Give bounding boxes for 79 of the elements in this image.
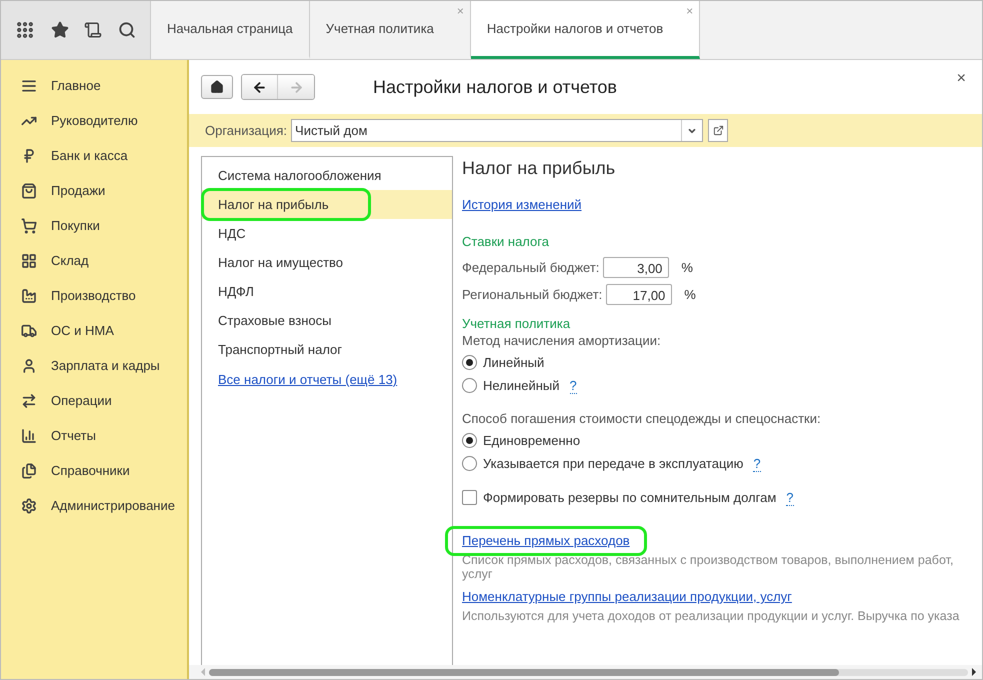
group-heading: Ставки налога bbox=[462, 234, 550, 249]
star-icon[interactable] bbox=[50, 21, 69, 39]
history-link[interactable]: История изменений bbox=[462, 197, 582, 212]
tab[interactable]: Настройки налогов и отчетов × bbox=[470, 1, 700, 59]
factory-icon bbox=[21, 288, 37, 304]
sidebar-item[interactable]: Руководителю bbox=[1, 103, 187, 138]
unit-label: % bbox=[684, 287, 696, 302]
sidebar-item[interactable]: Покупки bbox=[1, 208, 187, 243]
radio-button[interactable] bbox=[462, 378, 477, 393]
search-icon[interactable] bbox=[118, 21, 136, 39]
link-description: Список прямых расходов, связанных с производством товаров, выполнением работ, bbox=[462, 553, 954, 567]
bag-icon bbox=[21, 182, 37, 198]
settings-link[interactable]: Номенклатурные группы реализации продукции, услуг bbox=[462, 589, 792, 604]
field-label: Метод начисления амортизации: bbox=[462, 333, 662, 348]
page-title: Настройки налогов и отчетов bbox=[373, 76, 617, 98]
user-icon bbox=[21, 358, 37, 374]
settings-link[interactable]: Перечень прямых расходов bbox=[462, 533, 630, 548]
sidebar-item[interactable]: Операции bbox=[1, 383, 187, 418]
section-item[interactable]: НДФЛ bbox=[202, 277, 452, 306]
field-label: Федеральный бюджет: bbox=[462, 260, 600, 275]
back-button[interactable] bbox=[242, 75, 278, 99]
unit-label: % bbox=[681, 260, 693, 275]
help-link[interactable]: ? bbox=[753, 456, 761, 472]
option-label: Нелинейный bbox=[483, 378, 560, 393]
sidebar-item[interactable]: Продажи bbox=[1, 173, 187, 208]
sidebar-item[interactable]: Производство bbox=[1, 278, 187, 313]
group-heading: Учетная политика bbox=[462, 316, 572, 331]
cart-icon bbox=[21, 218, 37, 234]
close-icon[interactable]: × bbox=[956, 70, 966, 88]
ruble-icon bbox=[21, 148, 37, 164]
radio-button[interactable] bbox=[462, 456, 477, 471]
rate-field[interactable]: 17,00 bbox=[606, 284, 672, 305]
arrow-right-icon bbox=[288, 80, 304, 94]
truck-icon bbox=[21, 322, 37, 338]
menu-icon bbox=[21, 78, 37, 94]
field-label: Региональный бюджет: bbox=[462, 287, 602, 302]
section-item[interactable]: Транспортный налог bbox=[202, 335, 452, 364]
help-link[interactable]: ? bbox=[786, 490, 794, 506]
home-icon bbox=[210, 80, 224, 94]
open-icon bbox=[712, 125, 724, 136]
all-taxes-link[interactable]: Все налоги и отчеты (ещё 13) bbox=[218, 372, 398, 387]
option-label: Линейный bbox=[483, 355, 544, 370]
open-button[interactable] bbox=[708, 119, 728, 142]
field-label: Способ погашения стоимости спецодежды и спецоснастки: bbox=[462, 411, 822, 426]
help-link[interactable]: ? bbox=[570, 378, 577, 394]
section-item[interactable]: Налог на имущество bbox=[202, 248, 452, 277]
field-label: Организация: bbox=[205, 123, 288, 138]
section-item[interactable]: Система налогообложения bbox=[202, 161, 452, 190]
bar-chart-icon bbox=[21, 428, 37, 444]
settings-icon bbox=[21, 498, 37, 514]
section-item[interactable]: Страховые взносы bbox=[202, 306, 452, 335]
sidebar-item[interactable]: Банк и касса bbox=[1, 138, 187, 173]
option-label: Единовременно bbox=[483, 433, 580, 448]
scroll-icon[interactable] bbox=[84, 21, 102, 39]
sidebar-item[interactable]: ОС и НМА bbox=[1, 313, 187, 348]
apps-icon[interactable] bbox=[14, 20, 35, 40]
home-button[interactable] bbox=[201, 75, 233, 99]
sidebar-item[interactable]: Зарплата и кадры bbox=[1, 348, 187, 383]
sidebar-item[interactable]: Справочники bbox=[1, 453, 187, 488]
checkbox[interactable] bbox=[462, 490, 477, 505]
link-description: услуг bbox=[462, 567, 494, 581]
radio-button[interactable] bbox=[462, 355, 477, 370]
grid-icon bbox=[21, 252, 37, 268]
organization-field[interactable]: Чистый дом bbox=[291, 119, 704, 142]
link-description: Используются для учета доходов от реализации продукции и услуг. Выручка по указа bbox=[462, 609, 960, 623]
section-title: Налог на прибыль bbox=[462, 158, 616, 179]
option-label: Указывается при передаче в эксплуатацию bbox=[483, 456, 744, 471]
documents-icon bbox=[21, 462, 37, 478]
checkbox-label: Формировать резервы по сомнительным долгам bbox=[483, 490, 776, 505]
sidebar-item[interactable]: Главное bbox=[1, 68, 187, 103]
section-item[interactable]: Налог на прибыль bbox=[202, 190, 452, 219]
horizontal-scrollbar[interactable] bbox=[189, 665, 982, 679]
radio-button[interactable] bbox=[462, 433, 477, 448]
sidebar-item[interactable]: Отчеты bbox=[1, 418, 187, 453]
sidebar-item[interactable]: Склад bbox=[1, 243, 187, 278]
section-item[interactable]: НДС bbox=[202, 219, 452, 248]
rate-field[interactable]: 3,00 bbox=[603, 257, 670, 278]
arrows-icon bbox=[21, 392, 37, 408]
sidebar-item[interactable]: Администрирование bbox=[1, 488, 187, 523]
